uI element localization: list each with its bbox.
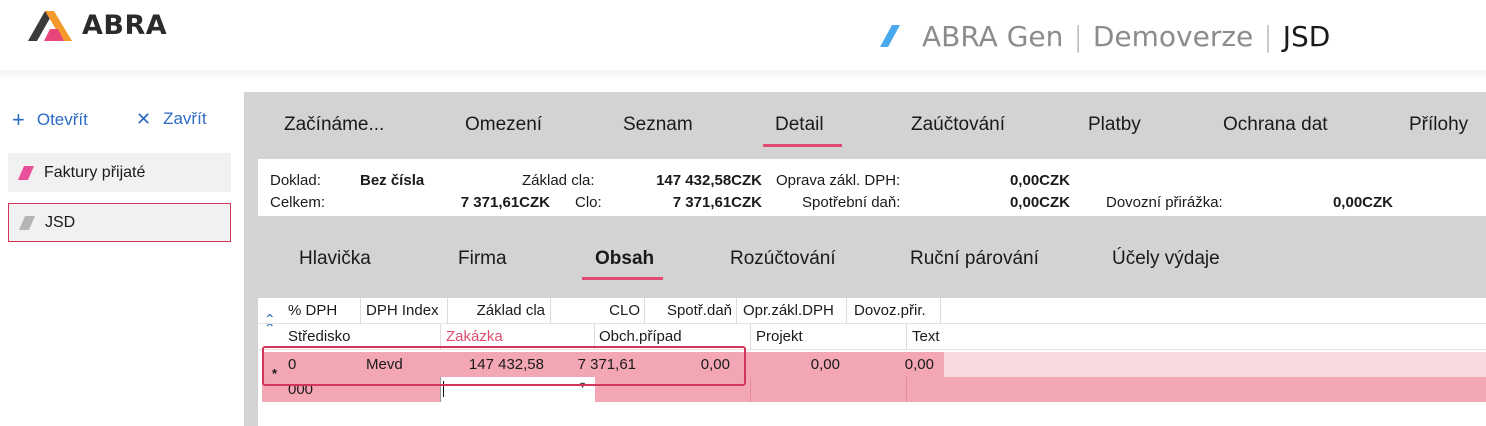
content-grid: ⌃ ⌃ % DPH DPH Index Základ cla CLO Spotř.…: [258, 298, 1486, 426]
col-header-dph-index[interactable]: DPH Index: [366, 298, 439, 324]
brand-product: ABRA Gen: [922, 19, 1064, 53]
open-label: Otevřít: [36, 110, 88, 129]
plus-icon: +: [12, 107, 25, 132]
doc-item-label: JSD: [45, 213, 76, 231]
spotrebni-value: 0,00CZK: [1009, 194, 1070, 211]
main-area: Začínáme... Omezení Seznam Detail Zaúčto…: [244, 92, 1486, 426]
col-header-text[interactable]: Text: [912, 324, 940, 350]
doc-item-jsd[interactable]: JSD: [8, 203, 231, 242]
cell-divider: [906, 377, 907, 402]
zaklad-cla-value: 147 432,58CZK: [656, 172, 762, 189]
dovozni-value: 0,00CZK: [1332, 194, 1393, 211]
logo-text: ABRA: [82, 10, 168, 41]
col-divider: [447, 298, 448, 324]
top-bar: ABRA ABRA Gen | Demoverze | JSD: [0, 0, 1486, 72]
col-divider: [906, 324, 907, 350]
close-button[interactable]: ✕ Zavřít: [136, 109, 207, 129]
col-header-clo[interactable]: CLO: [558, 298, 640, 324]
brand-separator: |: [1263, 19, 1273, 53]
doklad-label: Doklad:: [270, 172, 321, 189]
close-icon: ✕: [136, 109, 152, 129]
brand-document: JSD: [1282, 19, 1331, 53]
tab-rozuctovani[interactable]: Rozúčtování: [730, 248, 836, 270]
cell-dovoz-prir[interactable]: 0,00: [852, 352, 934, 377]
doc-item-label: Faktury přijaté: [44, 163, 146, 181]
tab-hlavicka[interactable]: Hlavička: [299, 248, 371, 270]
tab-firma[interactable]: Firma: [458, 248, 507, 270]
zaklad-cla-label: Základ cla:: [522, 172, 595, 189]
doklad-value: Bez čísla: [360, 172, 425, 189]
doc-item-faktury-prijate[interactable]: Faktury přijaté: [8, 153, 231, 192]
open-button[interactable]: + Otevřít: [12, 109, 88, 131]
cell-divider: [750, 377, 751, 402]
col-header-opr-zakl-dph[interactable]: Opr.zákl.DPH: [743, 298, 834, 324]
document-summary: Doklad: Bez čísla Celkem: 7 371,61CZK Zá…: [258, 159, 1486, 216]
tab-obsah[interactable]: Obsah: [595, 248, 654, 270]
col-header-projekt[interactable]: Projekt: [756, 324, 803, 350]
tab-rucni-parovani[interactable]: Ruční párování: [910, 248, 1039, 270]
col-divider: [736, 298, 737, 324]
tab-seznam[interactable]: Seznam: [623, 114, 693, 136]
spotrebni-label: Spotřební daň:: [802, 194, 901, 211]
header-shadow: [0, 70, 1486, 78]
cell-opr-zakl-dph[interactable]: 0,00: [742, 352, 840, 377]
col-divider: [846, 298, 847, 324]
col-divider: [644, 298, 645, 324]
dovozni-label: Dovozní přirážka:: [1106, 194, 1223, 211]
clo-label: Clo:: [575, 194, 602, 211]
col-header-zaklad-cla[interactable]: Základ cla: [450, 298, 545, 324]
main-tabs: Začínáme... Omezení Seznam Detail Zaúčto…: [244, 92, 1486, 152]
grey-tag-icon: [19, 215, 35, 230]
tab-zaciname[interactable]: Začínáme...: [284, 114, 384, 136]
celkem-label: Celkem:: [270, 194, 326, 211]
oprava-label: Oprava zákl. DPH:: [776, 172, 901, 189]
row-highlight-box: [262, 346, 746, 386]
tab-ucely-vydaje[interactable]: Účely výdaje: [1112, 248, 1220, 270]
abra-logo-icon: [28, 11, 72, 41]
pink-tag-icon: [18, 165, 34, 180]
active-subtab-indicator: [582, 277, 663, 280]
tab-prilohy[interactable]: Přílohy: [1409, 114, 1468, 136]
oprava-value: 0,00CZK: [1009, 172, 1070, 189]
brand-slash-icon: [880, 25, 900, 47]
clo-value: 7 371,61CZK: [672, 194, 762, 211]
col-header-dph[interactable]: % DPH: [288, 298, 337, 324]
celkem-value: 7 371,61CZK: [460, 194, 550, 211]
tab-ochrana-dat[interactable]: Ochrana dat: [1223, 114, 1328, 136]
col-header-dovoz-prir[interactable]: Dovoz.přir.: [854, 298, 926, 324]
tab-detail[interactable]: Detail: [775, 114, 824, 136]
col-divider: [750, 324, 751, 350]
row-tail: [944, 352, 1486, 377]
tab-omezeni[interactable]: Omezení: [465, 114, 542, 136]
active-tab-indicator: [763, 144, 842, 147]
close-label: Zavřít: [163, 109, 207, 128]
col-header-spotr-dan[interactable]: Spotř.daň: [646, 298, 732, 324]
tab-platby[interactable]: Platby: [1088, 114, 1141, 136]
brand-edition: Demoverze: [1092, 19, 1254, 53]
col-divider: [550, 298, 551, 324]
brand-separator: |: [1073, 19, 1083, 53]
col-divider: [940, 298, 941, 324]
left-panel: + Otevřít ✕ Zavřít Faktury přijaté JSD: [0, 78, 244, 426]
grid-header-row-1: % DPH DPH Index Základ cla CLO Spotř.daň…: [258, 298, 1486, 324]
app-brand: ABRA Gen | Demoverze | JSD: [880, 18, 1330, 54]
col-divider: [360, 298, 361, 324]
tab-zauctovani[interactable]: Zaúčtování: [911, 114, 1005, 136]
sub-tabs: Hlavička Firma Obsah Rozúčtování Ruční p…: [244, 222, 1486, 297]
